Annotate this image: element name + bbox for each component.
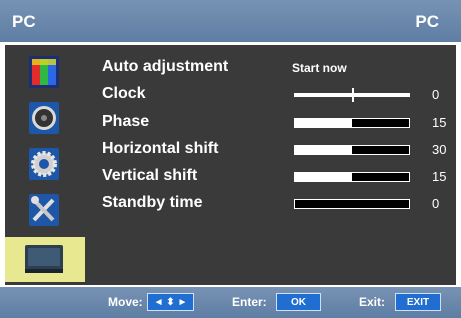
sidebar-item-setup[interactable]: [23, 145, 67, 185]
vertical-shift-slider-fill: [295, 173, 352, 181]
phase-slider[interactable]: [294, 118, 410, 128]
menu-item-horizontal-shift[interactable]: Horizontal shift 30: [102, 140, 461, 162]
auto-adjustment-action[interactable]: Start now: [292, 61, 347, 75]
clock-value: 0: [432, 87, 440, 102]
enter-label: Enter:: [232, 295, 267, 309]
menu-item-auto-adjustment[interactable]: Auto adjustment Start now: [102, 58, 442, 80]
horizontal-shift-value: 30: [432, 142, 447, 157]
move-label: Move:: [108, 295, 143, 309]
clock-slider[interactable]: [294, 88, 410, 102]
sidebar-item-sound[interactable]: [23, 99, 67, 139]
horizontal-shift-slider-fill: [295, 146, 352, 154]
header-bar: PC PC: [0, 0, 461, 42]
horizontal-shift-slider[interactable]: [294, 145, 410, 155]
standby-time-value: 0: [432, 196, 440, 211]
menu-item-phase[interactable]: Phase 15: [102, 113, 461, 135]
move-button[interactable]: ◄ ⬍ ►: [147, 293, 194, 311]
exit-label: Exit:: [359, 295, 386, 309]
header-title-left: PC: [12, 12, 36, 31]
phase-value: 15: [432, 115, 447, 130]
vertical-shift-value: 15: [432, 169, 447, 184]
auto-adjustment-label: Auto adjustment: [102, 58, 229, 75]
pc-icon: [25, 245, 63, 273]
menu-item-standby-time[interactable]: Standby time 0: [102, 194, 461, 216]
menu-panel: Auto adjustment Start now Clock 0 Phase …: [88, 45, 456, 285]
picture-icon: [29, 56, 59, 88]
sidebar-item-tools[interactable]: [23, 191, 67, 231]
osd-window: PC PC Auto adjustment Start now Clock 0 …: [0, 0, 461, 318]
setup-gear-icon: [29, 148, 59, 180]
menu-item-clock[interactable]: Clock 0: [102, 85, 461, 107]
header-title-right: PC: [415, 12, 439, 31]
vertical-shift-label: Vertical shift: [102, 167, 198, 184]
horizontal-shift-label: Horizontal shift: [102, 140, 219, 157]
standby-time-slider[interactable]: [294, 199, 410, 209]
exit-button[interactable]: EXIT: [395, 293, 441, 311]
sidebar: [5, 45, 88, 285]
footer-bar: Move: ◄ ⬍ ► Enter: OK Exit: EXIT: [0, 287, 461, 318]
menu-item-vertical-shift[interactable]: Vertical shift 15: [102, 167, 461, 189]
sound-icon: [29, 102, 59, 134]
phase-slider-fill: [295, 119, 352, 127]
tools-icon: [29, 194, 59, 226]
vertical-shift-slider[interactable]: [294, 172, 410, 182]
phase-label: Phase: [102, 113, 150, 130]
clock-label: Clock: [102, 85, 146, 102]
clock-slider-knob[interactable]: [352, 88, 354, 102]
sidebar-item-pc[interactable]: [5, 237, 85, 282]
sidebar-item-picture[interactable]: [23, 53, 67, 93]
standby-time-label: Standby time: [102, 194, 203, 211]
enter-ok-button[interactable]: OK: [276, 293, 321, 311]
